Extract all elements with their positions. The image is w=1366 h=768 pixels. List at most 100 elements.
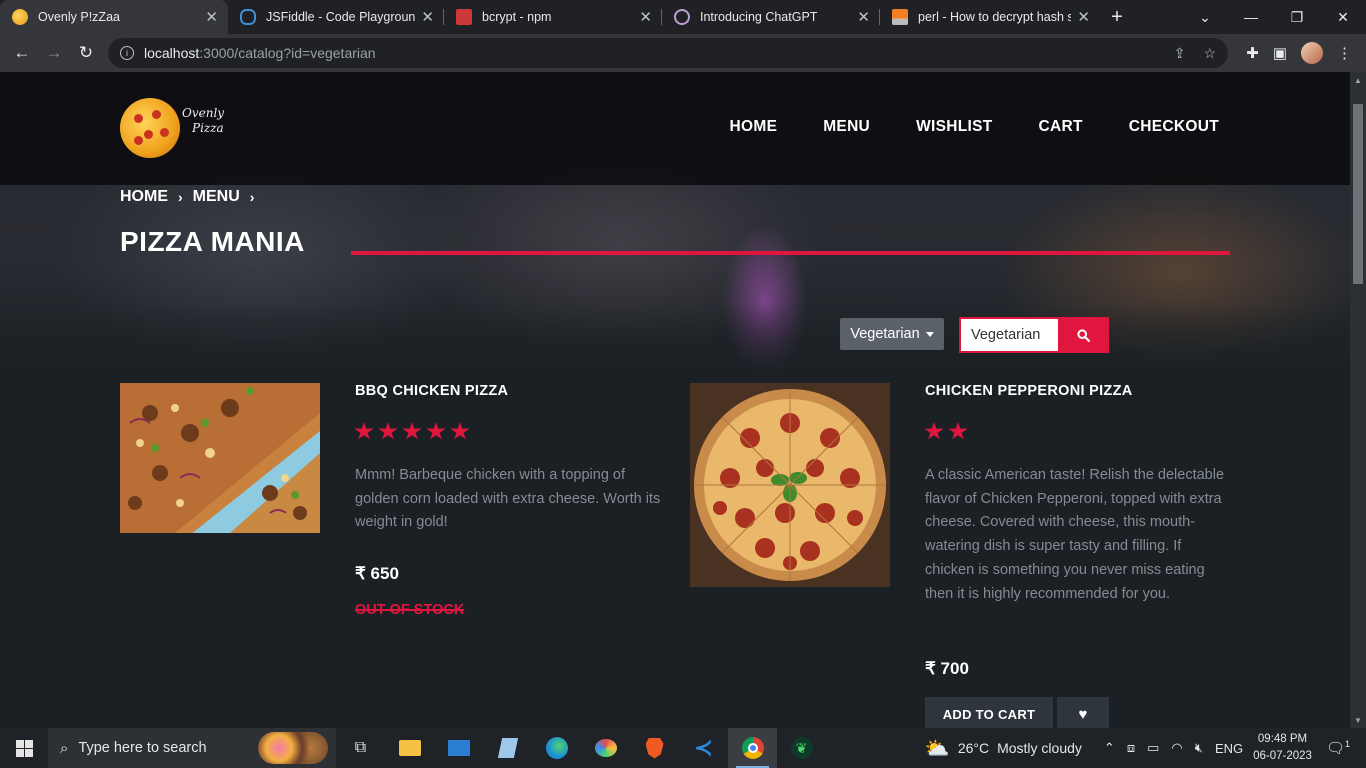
star-icon xyxy=(426,422,446,440)
bookmark-star-icon[interactable]: ☆ xyxy=(1203,45,1216,62)
tab-bcrypt-npm[interactable]: bcrypt - npm ✕ xyxy=(444,0,662,34)
scroll-up-icon[interactable]: ▲ xyxy=(1350,72,1366,88)
star-icon xyxy=(402,422,422,440)
close-window-icon[interactable]: ✕ xyxy=(1320,0,1366,34)
url-path: :3000/catalog?id=vegetarian xyxy=(199,45,376,61)
volume-muted-icon[interactable]: 🔇︎ xyxy=(1195,740,1203,756)
edge-browser-icon[interactable] xyxy=(532,728,581,768)
camera-icon[interactable]: ⧈ xyxy=(1127,740,1135,756)
tab-title: Ovenly P!zZaa xyxy=(38,10,120,24)
clock-date: 06-07-2023 xyxy=(1253,750,1312,762)
filter-label: Vegetarian xyxy=(850,326,920,342)
npm-favicon-icon xyxy=(456,9,472,25)
windows-taskbar: ⌕ Type here to search ⧉ ≺ ❦ ⛅ 26°C Mostl… xyxy=(0,728,1366,768)
product-image-chicken-pepperoni[interactable] xyxy=(690,383,890,587)
window-controls: ⌄ — ❐ ✕ xyxy=(1182,0,1366,34)
tab-search-chevron-icon[interactable]: ⌄ xyxy=(1182,0,1228,34)
product-title[interactable]: CHICKEN PEPPERONI PIZZA xyxy=(925,383,1133,399)
star-icon xyxy=(924,422,944,440)
wishlist-button[interactable]: ♥ xyxy=(1057,697,1109,728)
pizza-logo-icon xyxy=(120,98,180,158)
battery-icon[interactable]: ▭ xyxy=(1147,740,1159,756)
star-icon xyxy=(450,422,470,440)
tab-stackoverflow[interactable]: perl - How to decrypt hash st ✕ xyxy=(880,0,1100,34)
new-tab-plus-icon[interactable]: + xyxy=(1100,0,1134,34)
scrollbar-thumb[interactable] xyxy=(1353,104,1363,284)
tab-jsfiddle[interactable]: JSFiddle - Code Playground ✕ xyxy=(228,0,444,34)
add-to-cart-button[interactable]: ADD TO CART xyxy=(925,697,1053,728)
chevron-up-icon[interactable]: ⌃ xyxy=(1104,740,1115,756)
weather-temperature: 26°C xyxy=(957,740,990,756)
restore-icon[interactable]: ❐ xyxy=(1274,0,1320,34)
scroll-down-icon[interactable]: ▼ xyxy=(1350,712,1366,728)
mongodb-compass-icon[interactable]: ❦ xyxy=(777,728,826,768)
product-price: ₹ 700 xyxy=(925,659,969,678)
weather-widget[interactable]: ⛅ 26°C Mostly cloudy xyxy=(925,736,1082,761)
close-tab-icon[interactable]: ✕ xyxy=(1077,8,1090,26)
brave-browser-icon[interactable] xyxy=(630,728,679,768)
close-tab-icon[interactable]: ✕ xyxy=(857,8,870,26)
mail-icon[interactable] xyxy=(434,728,483,768)
language-indicator[interactable]: ENG xyxy=(1215,741,1243,756)
task-view-icon[interactable]: ⧉ xyxy=(336,728,385,768)
system-clock[interactable]: 09:48 PM 06-07-2023 xyxy=(1253,731,1312,765)
nav-menu[interactable]: MENU xyxy=(823,118,870,136)
share-icon[interactable]: ⇪ xyxy=(1174,45,1186,62)
site-logo[interactable]: Ovenly Pizza xyxy=(120,96,240,160)
search-highlight-art xyxy=(258,732,328,764)
site-info-icon[interactable]: i xyxy=(120,46,134,60)
taskbar-search[interactable]: ⌕ Type here to search xyxy=(48,728,336,768)
search-form: Vegetarian xyxy=(959,317,1109,353)
search-icon xyxy=(1077,328,1090,342)
vscode-icon[interactable]: ≺ xyxy=(679,728,728,768)
page-scrollbar[interactable]: ▲ ▼ xyxy=(1350,72,1366,728)
stock-status: OUT OF STOCK xyxy=(355,602,465,618)
rating-stars xyxy=(924,422,968,441)
star-icon xyxy=(948,422,968,440)
heart-icon: ♥ xyxy=(1078,705,1088,723)
breadcrumb-menu[interactable]: MENU xyxy=(193,188,240,206)
reload-icon[interactable]: ↻ xyxy=(70,37,102,69)
browser-toolbar: ← → ↻ i localhost:3000/catalog?id=vegeta… xyxy=(0,34,1366,72)
paint-icon[interactable] xyxy=(581,728,630,768)
close-tab-icon[interactable]: ✕ xyxy=(639,8,652,26)
category-filter-dropdown[interactable]: Vegetarian xyxy=(840,318,944,350)
url-host: localhost xyxy=(144,45,200,61)
side-panel-icon[interactable]: ▣ xyxy=(1273,44,1287,62)
close-tab-icon[interactable]: ✕ xyxy=(421,8,434,26)
tab-title: perl - How to decrypt hash st xyxy=(918,10,1072,24)
close-tab-icon[interactable]: ✕ xyxy=(205,8,218,26)
address-bar[interactable]: i localhost:3000/catalog?id=vegetarian ⇪… xyxy=(108,38,1228,68)
breadcrumb-home[interactable]: HOME xyxy=(120,188,168,206)
search-input[interactable]: Vegetarian xyxy=(959,317,1058,353)
nav-home[interactable]: HOME xyxy=(730,118,778,136)
chrome-menu-icon[interactable]: ⋮ xyxy=(1337,44,1352,62)
nav-cart[interactable]: CART xyxy=(1039,118,1083,136)
chrome-browser-icon[interactable] xyxy=(728,728,777,768)
tab-title: bcrypt - npm xyxy=(482,10,552,24)
product-image-bbq-chicken[interactable] xyxy=(120,383,320,533)
notifications-icon[interactable]: 🗨︎1 xyxy=(1326,739,1350,757)
taskbar-apps: ⧉ ≺ ❦ xyxy=(336,728,826,768)
nav-wishlist[interactable]: WISHLIST xyxy=(916,118,992,136)
tab-ovenly-pizza[interactable]: Ovenly P!zZaa ✕ xyxy=(0,0,228,34)
profile-avatar[interactable] xyxy=(1301,42,1323,64)
extensions-puzzle-icon[interactable]: ✚ xyxy=(1246,44,1259,62)
chevron-right-icon: › xyxy=(249,189,255,205)
wifi-icon[interactable]: ◠ xyxy=(1171,740,1182,756)
back-arrow-icon[interactable]: ← xyxy=(6,37,38,69)
title-divider xyxy=(351,251,1230,255)
search-button[interactable] xyxy=(1058,317,1109,353)
nav-checkout[interactable]: CHECKOUT xyxy=(1129,118,1219,136)
start-button[interactable] xyxy=(0,728,48,768)
web-page: Ovenly Pizza HOME MENU WISHLIST CART CHE… xyxy=(0,72,1350,728)
forward-arrow-icon[interactable]: → xyxy=(38,37,70,69)
minimize-icon[interactable]: — xyxy=(1228,0,1274,34)
tab-chatgpt[interactable]: Introducing ChatGPT ✕ xyxy=(662,0,880,34)
file-explorer-icon[interactable] xyxy=(385,728,434,768)
product-description: A classic American taste! Relish the del… xyxy=(925,467,1225,602)
product-title[interactable]: BBQ CHICKEN PIZZA xyxy=(355,383,508,399)
chevron-right-icon: › xyxy=(178,189,183,205)
logo-wordmark: Ovenly Pizza xyxy=(182,106,225,135)
notepad-icon[interactable] xyxy=(483,728,532,768)
